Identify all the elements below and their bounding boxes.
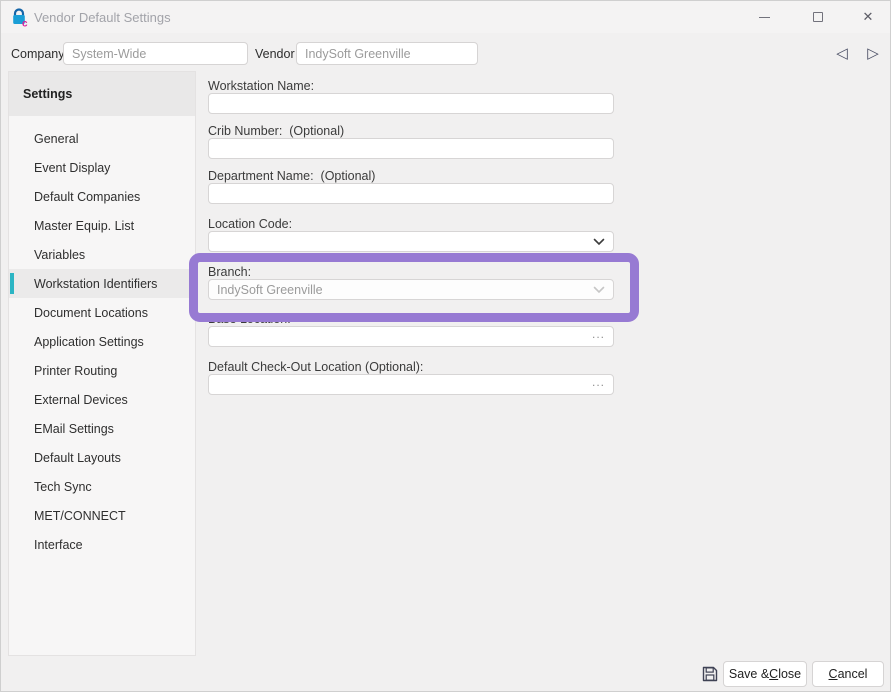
maximize-button[interactable] <box>801 5 835 29</box>
vendor-label: Vendor <box>255 47 295 61</box>
save-and-close-button[interactable]: Save & Close <box>723 661 807 687</box>
svg-text:c: c <box>22 19 28 28</box>
save-button[interactable] <box>698 662 722 686</box>
title-bar: c Vendor Default Settings ✕ <box>1 1 890 33</box>
default-checkout-location-label: Default Check-Out Location (Optional): <box>208 360 423 374</box>
previous-record-button[interactable]: ◁ <box>831 42 853 64</box>
window-title: Vendor Default Settings <box>34 10 171 25</box>
branch-select[interactable]: IndySoft Greenville <box>208 279 614 300</box>
maximize-icon <box>813 12 823 22</box>
sidebar-item-event-display[interactable]: Event Display <box>9 153 195 182</box>
workstation-name-input[interactable] <box>208 93 614 114</box>
cancel-button[interactable]: Cancel <box>812 661 884 687</box>
sidebar-item-application-settings[interactable]: Application Settings <box>9 327 195 356</box>
chevron-down-icon <box>593 286 605 294</box>
floppy-disk-icon <box>701 665 719 683</box>
close-button[interactable]: ✕ <box>851 5 885 29</box>
next-record-button[interactable]: ▷ <box>862 42 884 64</box>
sidebar-item-met-connect[interactable]: MET/CONNECT <box>9 501 195 530</box>
chevron-down-icon <box>593 238 605 246</box>
minimize-button[interactable] <box>747 5 781 29</box>
selected-accent-bar <box>10 273 14 294</box>
sidebar-item-document-locations[interactable]: Document Locations <box>9 298 195 327</box>
branch-label: Branch: <box>208 265 251 279</box>
browse-ellipsis-icon[interactable]: ... <box>592 375 605 389</box>
vendor-input[interactable] <box>296 42 478 65</box>
location-code-label: Location Code: <box>208 217 292 231</box>
company-label: Company: <box>11 47 68 61</box>
sidebar-item-external-devices[interactable]: External Devices <box>9 385 195 414</box>
location-code-select[interactable] <box>208 231 614 252</box>
sidebar-item-email-settings[interactable]: EMail Settings <box>9 414 195 443</box>
sidebar-item-workstation-identifiers[interactable]: Workstation Identifiers <box>9 269 195 298</box>
app-lock-icon: c <box>10 7 30 27</box>
minimize-icon <box>759 17 770 18</box>
sidebar-item-printer-routing[interactable]: Printer Routing <box>9 356 195 385</box>
sidebar-item-default-companies[interactable]: Default Companies <box>9 182 195 211</box>
sidebar-header: Settings <box>9 72 195 116</box>
sidebar-item-master-equip-list[interactable]: Master Equip. List <box>9 211 195 240</box>
default-checkout-location-input[interactable]: ... <box>208 374 614 395</box>
department-name-input[interactable] <box>208 183 614 204</box>
company-input[interactable] <box>63 42 248 65</box>
sidebar-item-interface[interactable]: Interface <box>9 530 195 559</box>
vendor-default-settings-window: c Vendor Default Settings ✕ Company: Ven… <box>0 0 891 692</box>
department-name-label: Department Name: (Optional) <box>208 169 375 183</box>
browse-ellipsis-icon[interactable]: ... <box>592 327 605 341</box>
settings-sidebar: Settings General Event Display Default C… <box>8 71 196 656</box>
base-location-input[interactable]: ... <box>208 326 614 347</box>
sidebar-item-default-layouts[interactable]: Default Layouts <box>9 443 195 472</box>
crib-number-input[interactable] <box>208 138 614 159</box>
sidebar-item-tech-sync[interactable]: Tech Sync <box>9 472 195 501</box>
workstation-name-label: Workstation Name: <box>208 79 314 93</box>
crib-number-label: Crib Number: (Optional) <box>208 124 344 138</box>
sidebar-item-general[interactable]: General <box>9 124 195 153</box>
base-location-label: Base Location: <box>208 312 291 326</box>
sidebar-item-variables[interactable]: Variables <box>9 240 195 269</box>
sidebar-items: General Event Display Default Companies … <box>9 124 195 559</box>
